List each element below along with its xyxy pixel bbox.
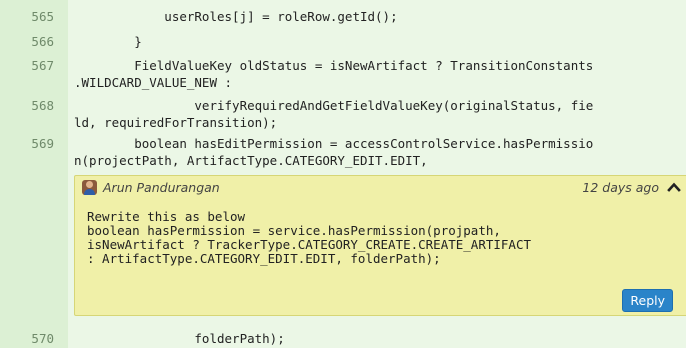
line-number[interactable]: 567 (0, 58, 54, 73)
chevron-up-icon[interactable] (667, 181, 681, 193)
code-line: userRoles[j] = roleRow.getId(); (74, 9, 398, 24)
line-number[interactable]: 566 (0, 34, 54, 49)
code-line: folderPath); (74, 331, 285, 346)
code-line: } (74, 34, 142, 49)
review-comment: Arun Pandurangan 12 days ago Rewrite thi… (74, 175, 686, 316)
comment-timestamp: 12 days ago (582, 180, 659, 195)
line-number-gutter (0, 0, 68, 348)
comment-header: Arun Pandurangan 12 days ago (75, 176, 686, 200)
user-avatar[interactable] (82, 180, 97, 195)
code-line: FieldValueKey oldStatus = isNewArtifact … (74, 58, 594, 90)
code-review-view: 565 userRoles[j] = roleRow.getId(); 566 … (0, 0, 686, 348)
line-number[interactable]: 565 (0, 9, 54, 24)
line-number[interactable]: 569 (0, 136, 54, 151)
comment-body: Rewrite this as below boolean hasPermiss… (87, 209, 532, 266)
line-number[interactable]: 570 (0, 331, 54, 346)
reply-button[interactable]: Reply (622, 289, 673, 312)
code-line: boolean hasEditPermission = accessContro… (74, 136, 594, 168)
comment-author[interactable]: Arun Pandurangan (103, 180, 220, 195)
code-line: verifyRequiredAndGetFieldValueKey(origin… (74, 98, 594, 130)
line-number[interactable]: 568 (0, 98, 54, 113)
